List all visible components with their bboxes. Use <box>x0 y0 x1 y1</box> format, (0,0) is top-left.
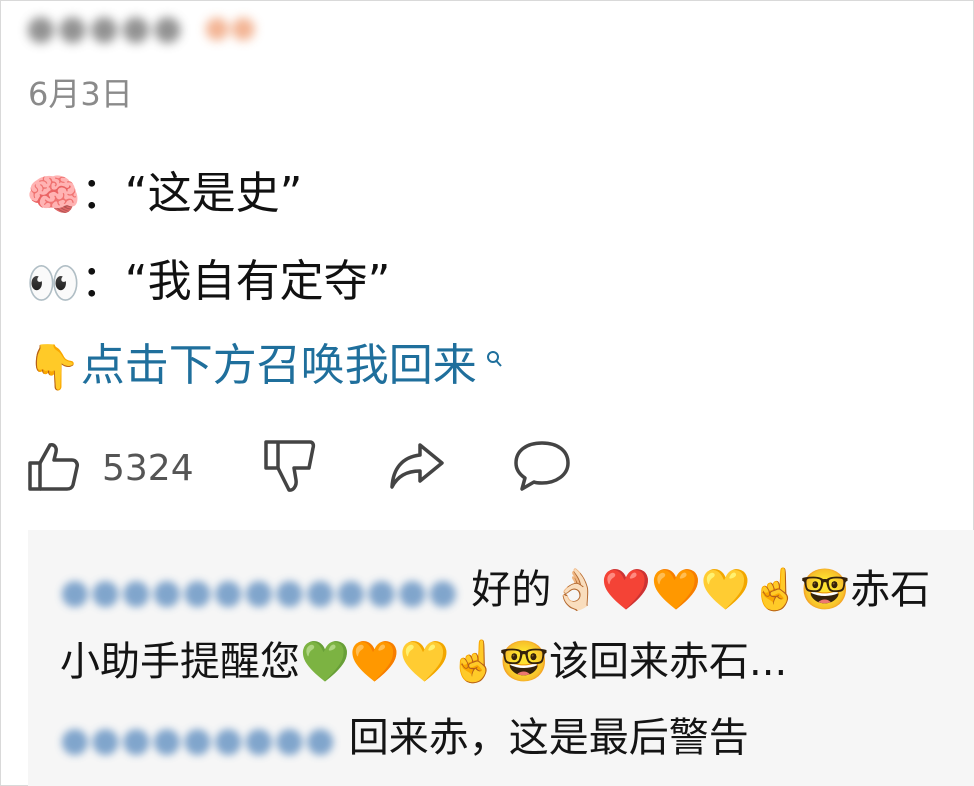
thumbs-down-icon[interactable] <box>262 438 318 498</box>
comment-item[interactable]: ●●●●●●●●●●●●● 好的👌🏻❤️🧡💛☝️🤓赤石 <box>60 562 930 620</box>
search-link[interactable]: 👇点击下方召唤我回来 <box>26 336 504 398</box>
author-name[interactable]: ●●●●● <box>26 8 186 48</box>
post-line-1-text: ：“这是史” <box>80 168 303 219</box>
comment-author[interactable]: ●●●●●●●●●●●●● <box>60 564 459 620</box>
share-button[interactable] <box>388 438 446 498</box>
search-link-text[interactable]: 点击下方召唤我回来 <box>81 340 477 391</box>
post-line-2-text: ：“我自有定夺” <box>80 256 391 307</box>
comment-item[interactable]: ●●●●●●●●● 回来赤，这是最后警告 <box>60 710 749 768</box>
post-line-1: 🧠：“这是史” <box>26 164 302 226</box>
action-bar: 5324 <box>22 438 922 498</box>
pointing-down-icon: 👇 <box>26 342 81 393</box>
comment-item-continued: 小助手提醒您💚🧡💛☝️🤓该回来赤石... <box>60 634 787 690</box>
like-count: 5324 <box>102 447 194 489</box>
brain-icon: 🧠 <box>26 170 81 221</box>
share-icon[interactable] <box>388 441 446 495</box>
comment-text: 回来赤，这是最后警告 <box>348 715 749 761</box>
comment-button[interactable] <box>512 438 572 498</box>
post-line-2: 👀：“我自有定夺” <box>26 252 390 314</box>
search-icon[interactable] <box>479 351 504 376</box>
dislike-button[interactable] <box>262 438 318 498</box>
like-button[interactable]: 5324 <box>26 438 194 498</box>
eyes-icon: 👀 <box>26 258 81 309</box>
post-date: 6月3日 <box>28 75 133 113</box>
author-badge: ●● <box>204 10 257 45</box>
comment-list: ●●●●●●●●●●●●● 好的👌🏻❤️🧡💛☝️🤓赤石 小助手提醒您💚🧡💛☝️🤓… <box>28 530 974 786</box>
comment-text: 小助手提醒您💚🧡💛☝️🤓该回来赤石... <box>60 639 788 685</box>
comment-author[interactable]: ●●●●●●●●● <box>60 712 336 768</box>
thumbs-up-icon[interactable] <box>26 439 80 497</box>
comment-icon[interactable] <box>512 439 572 497</box>
comment-text: 好的👌🏻❤️🧡💛☝️🤓赤石 <box>471 567 931 613</box>
